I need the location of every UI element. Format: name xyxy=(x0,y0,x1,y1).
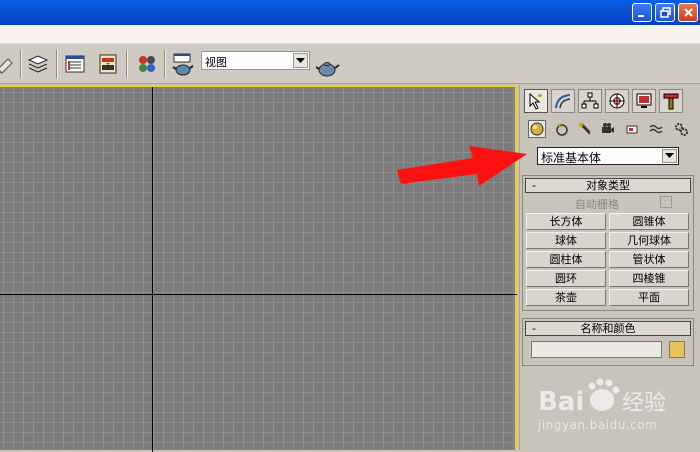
curve-editor-icon[interactable] xyxy=(97,53,119,75)
menu-bar-area xyxy=(0,25,700,44)
tab-modify[interactable] xyxy=(551,89,575,113)
svg-text:Bai: Bai xyxy=(538,387,584,417)
chevron-down-icon[interactable] xyxy=(293,53,308,68)
name-color-title: 名称和颜色 xyxy=(580,322,636,335)
subtab-lights[interactable] xyxy=(576,120,594,138)
restore-button[interactable] xyxy=(655,3,675,22)
toolbar-separator xyxy=(56,50,58,78)
subtab-shapes[interactable] xyxy=(553,120,571,138)
subtab-space-warps[interactable] xyxy=(647,120,665,138)
systems-icon xyxy=(675,123,688,136)
render-scene-icon[interactable] xyxy=(172,53,194,76)
object-type-rollout: - 对象类型 自动栅格 长方体 圆锥体 球体 几何球体 圆柱体 管状体 圆环 四… xyxy=(522,175,694,311)
layer-manager-icon[interactable] xyxy=(27,53,49,75)
subtab-systems[interactable] xyxy=(672,120,690,138)
toolbar-separator xyxy=(20,50,22,78)
tab-hierarchy[interactable] xyxy=(578,89,602,113)
close-button[interactable] xyxy=(678,3,698,22)
sphere-button[interactable]: 球体 xyxy=(526,232,606,249)
subtab-helpers[interactable] xyxy=(623,120,641,138)
toolbar-separator xyxy=(126,50,128,78)
object-name-input[interactable] xyxy=(531,341,662,358)
quick-render-icon[interactable] xyxy=(315,57,340,79)
tab-create[interactable] xyxy=(524,89,548,113)
utilities-hammer-icon xyxy=(663,93,679,110)
subtab-geometry[interactable] xyxy=(528,120,546,138)
material-editor-icon[interactable] xyxy=(136,53,158,75)
toolbar-separator xyxy=(164,50,166,78)
autogrid-label: 自动栅格 xyxy=(575,198,619,211)
tab-motion[interactable] xyxy=(605,89,629,113)
collapse-toggle[interactable]: - xyxy=(532,322,536,335)
tab-utilities[interactable] xyxy=(659,89,683,113)
subtab-cameras[interactable] xyxy=(599,120,617,138)
tube-button[interactable]: 管状体 xyxy=(609,251,689,268)
tab-display[interactable] xyxy=(632,89,656,113)
hierarchy-icon xyxy=(581,92,599,109)
pyramid-button[interactable]: 四棱锥 xyxy=(609,270,689,287)
name-color-header[interactable]: - 名称和颜色 xyxy=(525,321,691,336)
motion-icon xyxy=(609,93,625,109)
torus-button[interactable]: 圆环 xyxy=(526,270,606,287)
helpers-icon xyxy=(626,125,638,134)
name-color-rollout: - 名称和颜色 xyxy=(522,318,694,366)
category-dropdown[interactable]: 标准基本体 xyxy=(537,147,679,165)
minimize-icon xyxy=(637,15,644,17)
teapot-button[interactable]: 茶壶 xyxy=(526,289,606,306)
shapes-icon xyxy=(556,123,568,136)
object-color-swatch[interactable] xyxy=(669,341,685,358)
geosphere-button[interactable]: 几何球体 xyxy=(609,232,689,249)
minimize-button[interactable] xyxy=(632,3,652,22)
eraser-tool-icon[interactable] xyxy=(0,53,16,75)
svg-text:经验: 经验 xyxy=(622,391,666,416)
watermark-url: jingyan.baidu.com xyxy=(538,418,658,432)
main-toolbar xyxy=(0,44,700,84)
grid-axis-vertical xyxy=(152,87,153,452)
object-type-title: 对象类型 xyxy=(586,179,630,192)
category-value: 标准基本体 xyxy=(541,151,602,165)
display-icon xyxy=(636,93,652,108)
track-view-icon[interactable] xyxy=(64,53,86,75)
grid-axis-horizontal xyxy=(0,294,517,295)
create-cursor-icon xyxy=(529,92,543,110)
annotation-arrow-icon xyxy=(397,146,527,186)
cone-button[interactable]: 圆锥体 xyxy=(609,213,689,230)
cylinder-button[interactable]: 圆柱体 xyxy=(526,251,606,268)
autogrid-checkbox[interactable] xyxy=(660,196,672,208)
cameras-icon xyxy=(602,123,614,133)
close-icon xyxy=(683,8,693,17)
collapse-toggle[interactable]: - xyxy=(532,179,536,192)
render-view-value: 视图 xyxy=(205,56,227,69)
modify-icon xyxy=(555,94,571,109)
plane-button[interactable]: 平面 xyxy=(609,289,689,306)
box-button[interactable]: 长方体 xyxy=(526,213,606,230)
render-view-dropdown[interactable]: 视图 xyxy=(201,51,310,70)
object-type-header[interactable]: - 对象类型 xyxy=(525,178,691,193)
chevron-down-icon[interactable] xyxy=(662,149,677,163)
lights-icon xyxy=(579,123,591,135)
space-warps-icon xyxy=(649,124,663,134)
restore-icon xyxy=(659,7,671,18)
window-titlebar xyxy=(0,0,700,25)
geometry-icon xyxy=(530,122,544,136)
